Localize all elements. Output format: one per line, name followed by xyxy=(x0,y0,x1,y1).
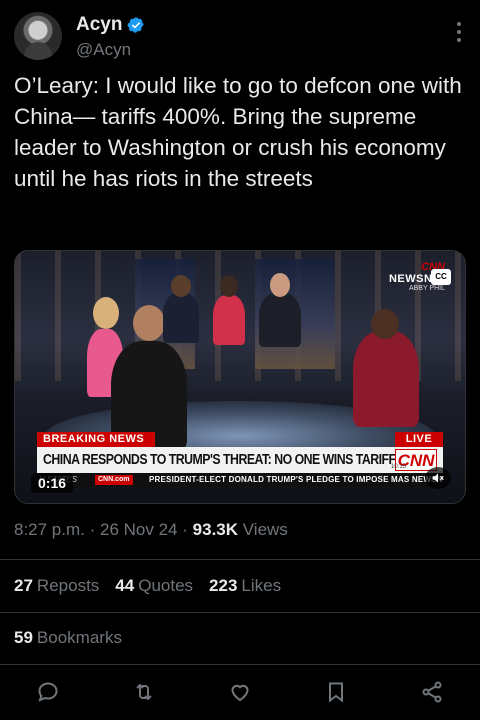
likes-label: Likes xyxy=(241,576,282,595)
share-icon[interactable] xyxy=(420,680,444,704)
heart-icon[interactable] xyxy=(228,680,252,704)
avatar[interactable] xyxy=(14,12,62,60)
tweet-text: O’Leary: I would like to go to defcon on… xyxy=(14,73,462,191)
bookmarks-label: Bookmarks xyxy=(36,628,122,647)
divider xyxy=(0,664,480,665)
panelist xyxy=(213,295,245,345)
display-name[interactable]: Acyn xyxy=(76,14,122,36)
meta-separator: · xyxy=(182,520,188,539)
divider xyxy=(0,612,480,613)
closed-captions-button[interactable]: CC xyxy=(431,269,451,285)
tweet-meta: 8:27 p.m. · 26 Nov 24 · 93.3K Views xyxy=(14,520,288,540)
verified-badge-icon xyxy=(127,16,145,34)
breaking-news-banner: BREAKING NEWS xyxy=(37,432,155,447)
author-name-row[interactable]: Acyn xyxy=(76,14,145,36)
news-headline: CHINA RESPONDS TO TRUMP'S THREAT: NO ONE… xyxy=(43,452,426,468)
panelist xyxy=(353,331,419,427)
live-badge: LIVE xyxy=(395,432,443,447)
likes-count: 223 xyxy=(209,576,238,595)
handle[interactable]: @Acyn xyxy=(76,40,131,60)
panelist-head xyxy=(133,305,165,341)
news-ticker: U STATES CNN.com PRESIDENT-ELECT DONALD … xyxy=(37,473,443,487)
reposts-stat[interactable]: 27 Reposts xyxy=(14,576,99,596)
reposts-label: Reposts xyxy=(36,576,100,595)
mute-icon[interactable] xyxy=(425,467,451,489)
reply-icon[interactable] xyxy=(36,680,60,704)
anchor-tag: ABBY PHIL xyxy=(408,285,445,292)
action-bar xyxy=(0,676,480,708)
tweet-header: Acyn @Acyn xyxy=(14,10,466,66)
panelist-head xyxy=(270,273,290,297)
lower-third: CHINA RESPONDS TO TRUMP'S THREAT: NO ONE… xyxy=(37,447,443,473)
panelist xyxy=(259,293,301,347)
tweet-time[interactable]: 8:27 p.m. xyxy=(14,520,85,539)
quotes-count: 44 xyxy=(115,576,135,595)
divider xyxy=(0,559,480,560)
views-label: Views xyxy=(242,520,288,539)
ticker-text: PRESIDENT-ELECT DONALD TRUMP'S PLEDGE TO… xyxy=(149,475,443,484)
panelist xyxy=(163,293,199,343)
engagement-stats: 27 Reposts 44 Quotes 223 Likes xyxy=(14,576,281,596)
bookmark-icon[interactable] xyxy=(324,680,348,704)
on-air-clock: 10:15 xyxy=(391,464,407,470)
bookmarks-count: 59 xyxy=(14,628,33,647)
more-options-icon[interactable] xyxy=(456,22,462,42)
video-player[interactable]: CNN NEWSNIG ABBY PHIL CC BREAKING NEWS L… xyxy=(14,250,466,504)
panelist-head xyxy=(171,275,191,297)
bookmarks-stat[interactable]: 59 Bookmarks xyxy=(14,628,122,648)
meta-separator: · xyxy=(89,520,96,539)
reposts-count: 27 xyxy=(14,576,33,595)
ticker-site: CNN.com xyxy=(95,475,133,485)
panelist-head xyxy=(371,309,399,339)
quotes-label: Quotes xyxy=(138,576,194,595)
quotes-stat[interactable]: 44 Quotes xyxy=(115,576,193,596)
repost-icon[interactable] xyxy=(132,680,156,704)
panelist-head xyxy=(220,275,238,297)
likes-stat[interactable]: 223 Likes xyxy=(209,576,281,596)
tweet-date[interactable]: 26 Nov 24 xyxy=(100,520,178,539)
video-timecode: 0:16 xyxy=(31,473,74,493)
panelist-head xyxy=(93,297,119,329)
views-count: 93.3K xyxy=(192,520,239,539)
